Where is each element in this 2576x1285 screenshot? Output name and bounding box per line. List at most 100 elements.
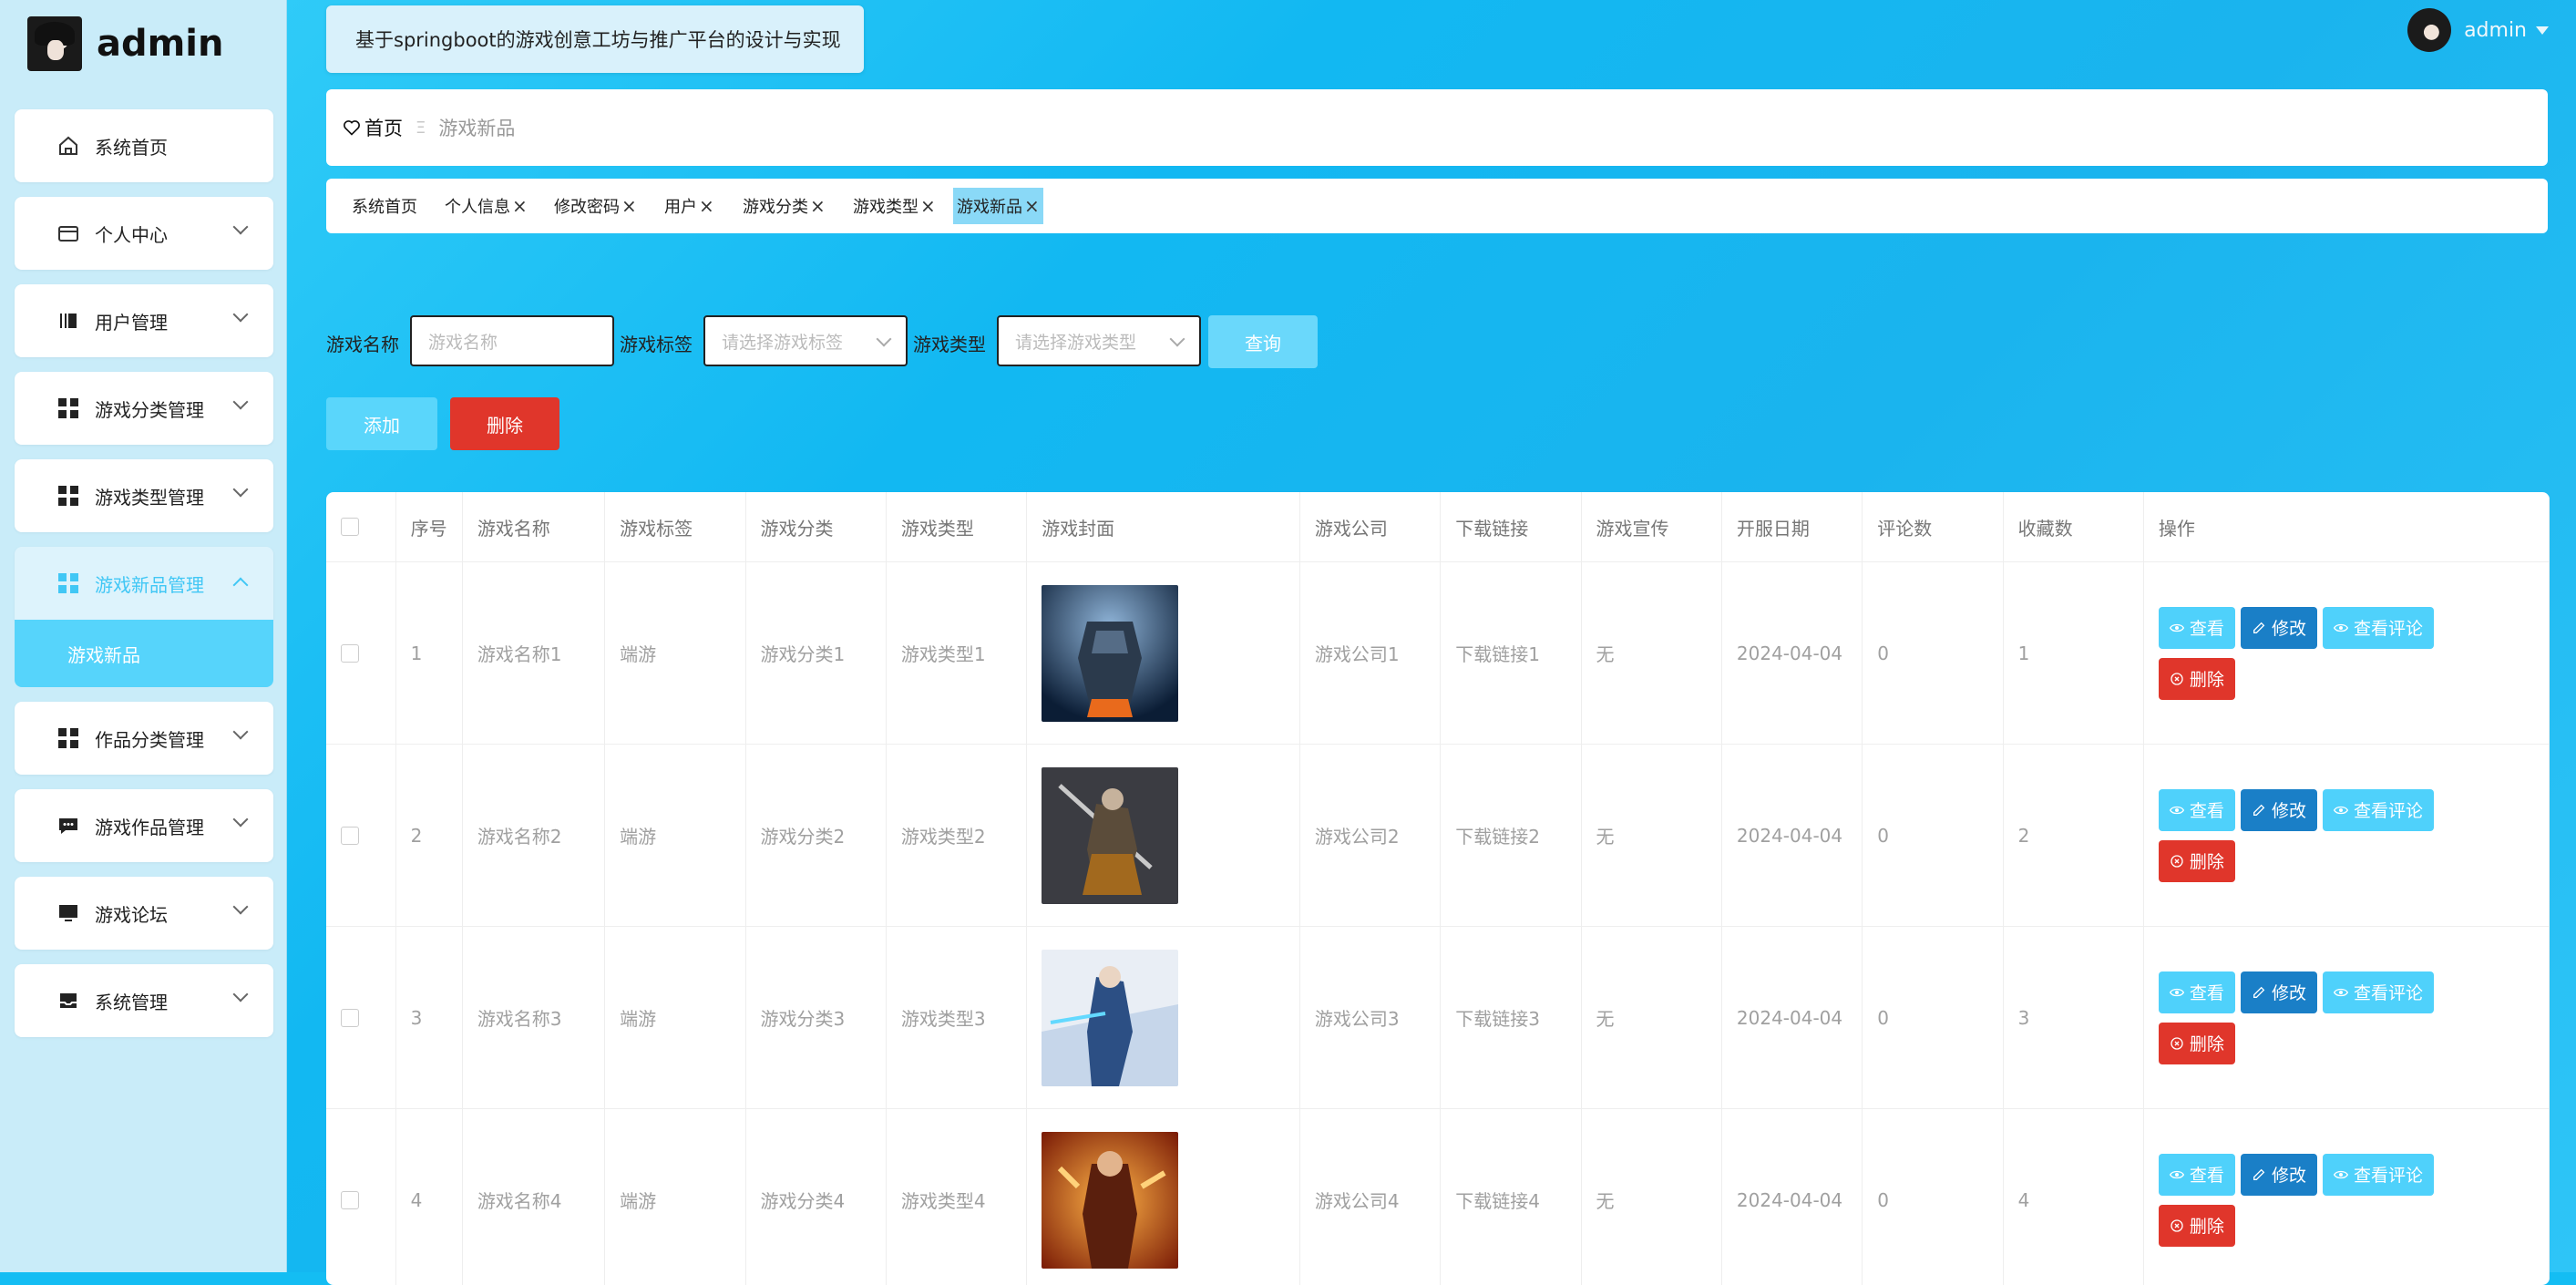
- column-header: 游戏公司: [1299, 492, 1440, 562]
- row-delete-button[interactable]: 删除: [2159, 840, 2235, 882]
- select-all-cell[interactable]: [326, 492, 395, 562]
- tag-game-category[interactable]: 游戏分类×: [739, 188, 829, 224]
- sidebar-item-label: 系统管理: [95, 988, 168, 1014]
- edit-button[interactable]: 修改: [2241, 971, 2317, 1013]
- sidebar-item-game-type[interactable]: 游戏类型管理: [15, 459, 273, 532]
- home-icon: [56, 134, 80, 158]
- sidebar-item-system[interactable]: 系统管理: [15, 964, 273, 1037]
- edit-button[interactable]: 修改: [2241, 789, 2317, 831]
- cell-promo: 无: [1581, 1109, 1721, 1285]
- edit-button[interactable]: 修改: [2241, 1154, 2317, 1196]
- cell-cover: [1027, 927, 1300, 1109]
- tag-change-password[interactable]: 修改密码×: [550, 188, 641, 224]
- sidebar-item-home[interactable]: 系统首页: [15, 109, 273, 182]
- tag-system-home[interactable]: 系统首页: [348, 188, 421, 224]
- search-type-select[interactable]: 请选择游戏类型: [997, 315, 1201, 366]
- sidebar-item-game-new[interactable]: 游戏新品管理: [15, 547, 273, 620]
- cell-comments: 0: [1863, 927, 2003, 1109]
- row-delete-button[interactable]: 删除: [2159, 1205, 2235, 1247]
- row-delete-button[interactable]: 删除: [2159, 1023, 2235, 1064]
- row-select-cell[interactable]: [326, 562, 395, 745]
- sidebar-item-personal-center[interactable]: 个人中心: [15, 197, 273, 270]
- cell-tag: 端游: [605, 745, 745, 927]
- cell-actions: 查看 修改 查看评论 删除: [2143, 1109, 2549, 1285]
- sidebar-item-work-category[interactable]: 作品分类管理: [15, 702, 273, 775]
- game-cover-image[interactable]: [1042, 585, 1178, 722]
- sidebar-subitem-game-new[interactable]: 游戏新品: [15, 620, 273, 687]
- close-circle-icon: [2170, 1218, 2184, 1233]
- eye-icon: [2170, 1167, 2184, 1182]
- close-icon[interactable]: ×: [512, 195, 528, 217]
- edit-button[interactable]: 修改: [2241, 607, 2317, 649]
- close-icon[interactable]: ×: [920, 195, 936, 217]
- close-icon[interactable]: ×: [699, 195, 714, 217]
- tag-personal-info[interactable]: 个人信息×: [441, 188, 531, 224]
- select-all-checkbox[interactable]: [341, 518, 359, 536]
- tag-user[interactable]: 用户×: [661, 188, 718, 224]
- view-button[interactable]: 查看: [2159, 607, 2235, 649]
- view-button-label: 查看: [2190, 797, 2224, 822]
- search-name-label: 游戏名称: [326, 330, 399, 356]
- cell-actions: 查看 修改 查看评论 删除: [2143, 745, 2549, 927]
- view-button[interactable]: 查看: [2159, 789, 2235, 831]
- view-button[interactable]: 查看: [2159, 971, 2235, 1013]
- row-select-cell[interactable]: [326, 927, 395, 1109]
- cell-company: 游戏公司4: [1299, 1109, 1440, 1285]
- view-button[interactable]: 查看: [2159, 1154, 2235, 1196]
- pencil-icon: [2252, 803, 2266, 817]
- close-icon[interactable]: ×: [1024, 195, 1040, 217]
- cell-name: 游戏名称1: [462, 562, 604, 745]
- close-icon[interactable]: ×: [621, 195, 637, 217]
- row-select-cell[interactable]: [326, 745, 395, 927]
- book-icon: [56, 309, 80, 333]
- view-comments-button[interactable]: 查看评论: [2323, 607, 2434, 649]
- sidebar-item-user-management[interactable]: 用户管理: [15, 284, 273, 357]
- column-header: 下载链接: [1441, 492, 1581, 562]
- game-cover-image[interactable]: [1042, 950, 1178, 1086]
- monitor-icon: [56, 901, 80, 925]
- sidebar-item-game-category[interactable]: 游戏分类管理: [15, 372, 273, 445]
- row-checkbox[interactable]: [341, 827, 359, 845]
- game-cover-image[interactable]: [1042, 767, 1178, 904]
- sidebar: admin 系统首页 个人中心 用户管理 游戏分类管理 游戏类型管理 游戏新品管…: [0, 0, 287, 1272]
- caret-down-icon: [2536, 26, 2549, 35]
- search-tag-select[interactable]: 请选择游戏标签: [703, 315, 908, 366]
- tag-label: 个人信息: [445, 194, 510, 218]
- cell-date: 2024-04-04: [1721, 745, 1862, 927]
- sidebar-item-label: 游戏作品管理: [95, 813, 204, 839]
- sidebar-item-game-works[interactable]: 游戏作品管理: [15, 789, 273, 862]
- close-icon[interactable]: ×: [810, 195, 826, 217]
- column-header: 收藏数: [2003, 492, 2143, 562]
- sidebar-item-label: 游戏论坛: [95, 900, 168, 927]
- view-comments-button[interactable]: 查看评论: [2323, 971, 2434, 1013]
- grid-icon: [56, 396, 80, 420]
- tag-game-new[interactable]: 游戏新品×: [953, 188, 1043, 224]
- view-button-label: 查看: [2190, 1162, 2224, 1187]
- column-header: 开服日期: [1721, 492, 1862, 562]
- view-comments-button[interactable]: 查看评论: [2323, 1154, 2434, 1196]
- delete-button[interactable]: 删除: [450, 397, 559, 450]
- close-circle-icon: [2170, 672, 2184, 686]
- add-button[interactable]: 添加: [326, 397, 437, 450]
- row-checkbox[interactable]: [341, 1009, 359, 1027]
- row-checkbox[interactable]: [341, 1191, 359, 1209]
- tag-label: 用户: [664, 194, 697, 218]
- tag-label: 游戏分类: [743, 194, 808, 218]
- grid-icon: [56, 571, 80, 595]
- breadcrumb-home[interactable]: 首页: [343, 114, 403, 141]
- game-cover-image[interactable]: [1042, 1132, 1178, 1269]
- view-comments-button[interactable]: 查看评论: [2323, 789, 2434, 831]
- cell-favorites: 1: [2003, 562, 2143, 745]
- query-button[interactable]: 查询: [1208, 315, 1318, 368]
- search-name-input[interactable]: 游戏名称: [410, 315, 614, 366]
- row-delete-button[interactable]: 删除: [2159, 658, 2235, 700]
- tag-game-type[interactable]: 游戏类型×: [849, 188, 939, 224]
- cell-comments: 0: [1863, 1109, 2003, 1285]
- sidebar-item-forum[interactable]: 游戏论坛: [15, 877, 273, 950]
- row-checkbox[interactable]: [341, 644, 359, 663]
- cell-download-link: 下载链接3: [1441, 927, 1581, 1109]
- table-row: 2 游戏名称2 端游 游戏分类2 游戏类型2 游戏公司2 下载链接2 无: [326, 745, 2550, 927]
- row-select-cell[interactable]: [326, 1109, 395, 1285]
- user-menu[interactable]: admin: [2407, 7, 2549, 53]
- cell-category: 游戏分类1: [745, 562, 886, 745]
